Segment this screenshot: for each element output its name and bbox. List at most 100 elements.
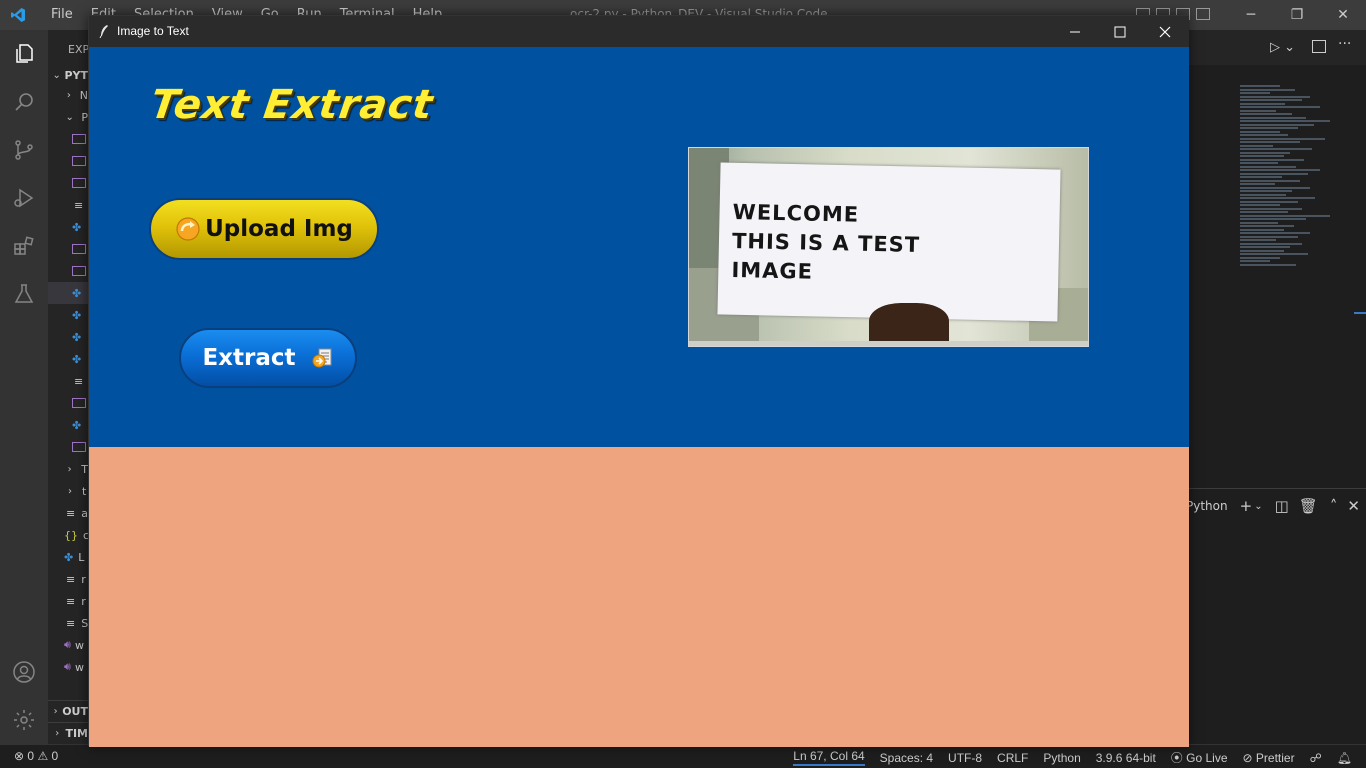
output-text-area[interactable] — [89, 447, 1189, 747]
line-ending[interactable]: CRLF — [997, 751, 1028, 765]
trash-icon[interactable]: 🗑︎ — [1299, 497, 1318, 515]
file-row[interactable]: 🔊︎ w — [48, 656, 88, 678]
minimap-line — [1240, 228, 1284, 231]
minimap-line — [1240, 151, 1290, 154]
minimap-line — [1240, 179, 1300, 182]
minimap-line — [1240, 232, 1310, 234]
outline-section[interactable]: › OUT — [48, 700, 88, 722]
folder-row[interactable]: › t — [48, 480, 88, 502]
file-row[interactable]: ✤ — [48, 326, 88, 348]
timeline-section[interactable]: › TIM — [48, 722, 88, 744]
minimap-line — [1240, 120, 1330, 122]
prettier-button[interactable]: ⊘ Prettier — [1243, 751, 1295, 765]
tk-feather-icon — [99, 25, 108, 38]
indentation[interactable]: Spaces: 4 — [880, 751, 933, 765]
file-row[interactable]: ≡ — [48, 370, 88, 392]
extract-button[interactable]: Extract — [179, 328, 357, 388]
explorer-sidebar: EXP ⌄ PYT › N ⌄ P ≡ ✤ ✤ ✤ ✤ ✤ ≡ ✤ › T › t ≡ a … — [48, 30, 89, 744]
problems-indicator[interactable]: ⊗ 0 ⚠ 0 — [14, 749, 58, 763]
minimap[interactable] — [1240, 85, 1360, 285]
new-terminal-icon[interactable]: + — [1240, 497, 1253, 515]
minimap-line — [1240, 92, 1270, 94]
file-row[interactable]: ≡ S — [48, 612, 88, 634]
language-mode[interactable]: Python — [1043, 751, 1080, 765]
file-row[interactable]: ≡ r — [48, 568, 88, 590]
file-row[interactable] — [48, 392, 88, 414]
close-panel-icon[interactable]: ✕ — [1347, 497, 1360, 515]
split-editor-icon[interactable] — [1312, 40, 1326, 53]
menu-file[interactable]: File — [42, 7, 82, 22]
text-file-icon: ≡ — [66, 594, 76, 608]
file-row[interactable] — [48, 128, 88, 150]
minimap-line — [1240, 253, 1308, 255]
file-row[interactable]: ✤ — [48, 414, 88, 436]
split-terminal-icon[interactable]: ◫ — [1275, 497, 1289, 515]
workspace-section[interactable]: ⌄ PYT — [48, 64, 88, 86]
file-row[interactable] — [48, 436, 88, 458]
file-row[interactable]: ✤ L — [48, 546, 88, 568]
file-row[interactable]: ≡ r — [48, 590, 88, 612]
maximize-panel-icon[interactable]: ˄ — [1330, 497, 1338, 515]
activity-bar — [0, 30, 48, 744]
encoding[interactable]: UTF-8 — [948, 751, 982, 765]
tk-minimize-icon[interactable] — [1052, 16, 1098, 47]
text-file-icon: ≡ — [66, 506, 76, 520]
settings-gear-icon[interactable] — [12, 708, 36, 732]
image-file-icon — [72, 266, 86, 276]
go-live-button[interactable]: ⦿ Go Live — [1171, 749, 1228, 766]
minimap-line — [1240, 193, 1286, 196]
file-row[interactable]: ✤ — [48, 348, 88, 370]
folder-row[interactable]: › T — [48, 458, 88, 480]
run-python-icon[interactable]: ▷ ⌄ — [1270, 40, 1295, 55]
minimap-line — [1240, 162, 1278, 164]
extensions-icon[interactable] — [12, 234, 36, 258]
python-interpreter[interactable]: 3.9.6 64-bit — [1096, 751, 1156, 765]
folder-row[interactable]: › N — [48, 84, 88, 106]
chevron-down-icon[interactable]: ⌄ — [1254, 501, 1262, 512]
error-icon: ⊗ — [14, 749, 25, 763]
upload-image-button[interactable]: Upload Img — [149, 198, 379, 260]
terminal-name[interactable]: Python — [1186, 499, 1228, 513]
notifications-bell-icon[interactable]: 🔔︎ — [1337, 751, 1352, 765]
run-debug-icon[interactable] — [12, 186, 36, 210]
folder-row[interactable]: ⌄ P — [48, 106, 88, 128]
file-row[interactable]: 🔊︎ w — [48, 634, 88, 656]
more-actions-icon[interactable]: ··· — [1338, 36, 1351, 52]
minimap-line — [1240, 176, 1282, 178]
image-file-icon — [72, 178, 86, 188]
python-file-icon: ✤ — [64, 550, 74, 564]
vscode-restore-icon[interactable]: ❐ — [1274, 0, 1320, 30]
chevron-right-icon: › — [66, 89, 71, 101]
file-row[interactable] — [48, 150, 88, 172]
customize-layout-icon[interactable] — [1196, 8, 1210, 20]
upload-arrow-icon — [176, 217, 200, 241]
minimap-line — [1240, 102, 1285, 105]
search-icon[interactable] — [12, 90, 36, 114]
file-row-selected[interactable]: ✤ — [48, 282, 88, 304]
warning-icon: ⚠ — [37, 749, 49, 763]
file-row[interactable] — [48, 172, 88, 194]
file-row[interactable]: ≡ — [48, 194, 88, 216]
file-row[interactable]: ≡ a — [48, 502, 88, 524]
tk-close-icon[interactable] — [1142, 16, 1188, 47]
file-row[interactable] — [48, 260, 88, 282]
minimap-line — [1240, 155, 1284, 157]
minimap-line — [1240, 158, 1304, 161]
file-row[interactable]: {} c — [48, 524, 88, 546]
explorer-icon[interactable] — [12, 42, 36, 66]
source-control-icon[interactable] — [12, 138, 36, 162]
vscode-minimize-icon[interactable]: ─ — [1228, 0, 1274, 30]
feedback-icon[interactable]: ☍ — [1310, 751, 1322, 765]
file-row[interactable]: ✤ — [48, 216, 88, 238]
scrollbar-marker — [1354, 312, 1366, 314]
minimap-line — [1240, 172, 1308, 175]
minimap-line — [1240, 197, 1315, 199]
file-row[interactable] — [48, 238, 88, 260]
cursor-position[interactable]: Ln 67, Col 64 — [793, 749, 865, 766]
vscode-close-icon[interactable]: ✕ — [1320, 0, 1366, 30]
tk-maximize-icon[interactable] — [1097, 16, 1143, 47]
broadcast-icon: ⦿ — [1170, 751, 1183, 765]
file-row[interactable]: ✤ — [48, 304, 88, 326]
testing-icon[interactable] — [12, 282, 36, 306]
account-icon[interactable] — [12, 660, 36, 684]
